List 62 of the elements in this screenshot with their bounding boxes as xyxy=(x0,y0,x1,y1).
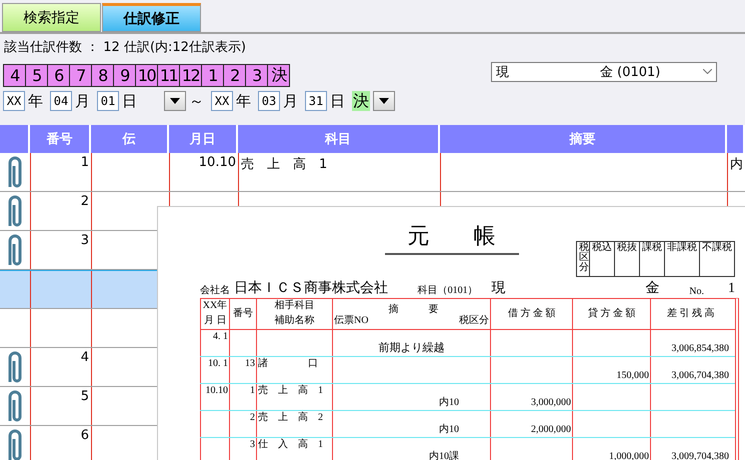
ledger-cell: 売 上 高 2 xyxy=(258,412,323,423)
account-name: 金 xyxy=(646,280,660,297)
tax-class-cell: 課税 xyxy=(639,242,664,276)
date-unit: 日 xyxy=(122,92,137,110)
header-text: 差 引 残 高 xyxy=(666,308,714,320)
ledger-cell: 3,006,854,380 xyxy=(672,343,729,354)
account-label: 科目（0101） xyxy=(418,284,478,297)
table-cell: 3 xyxy=(80,233,89,248)
table-cell: 1 xyxy=(80,155,89,170)
ledger-cell: 10.10 xyxy=(206,385,228,396)
header-text: 番号 xyxy=(233,308,253,320)
ledger-cell: 内10課 xyxy=(429,451,459,460)
header-text: 伝票NO xyxy=(334,315,368,327)
ledger-cell: 前期より繰越 xyxy=(378,342,444,354)
ledger-cell: 150,000 xyxy=(616,370,649,381)
tax-class-cell: 非課税 xyxy=(664,242,699,276)
tax-class-cell: 不課税 xyxy=(699,242,734,276)
table-cell: 5 xyxy=(80,389,89,404)
ledger-cell: 10. 1 xyxy=(208,358,228,369)
table-cell: 6 xyxy=(80,428,89,443)
page-number: 1 xyxy=(728,281,736,297)
tax-class-cell: 税込 xyxy=(589,242,614,276)
ledger-cell: 売 上 高 1 xyxy=(258,385,323,396)
ledger-cell: 内10 xyxy=(439,397,459,408)
account-name: 現 xyxy=(492,280,506,297)
date-unit: 月 xyxy=(283,92,298,110)
ledger-cell: 3 xyxy=(250,439,255,450)
ledger-cell: 仕 入 高 1 xyxy=(258,439,323,450)
ledger-cell: 2,000,000 xyxy=(531,424,571,435)
table-cell: 10.10 xyxy=(198,155,236,170)
table-cell: 2 xyxy=(80,194,89,209)
table-cell: 4 xyxy=(80,350,89,365)
date-unit: 日 xyxy=(330,92,345,110)
header-text: 借 方 金 額 xyxy=(508,308,556,320)
header-text: 摘 要 xyxy=(388,304,439,316)
date-unit: 年 xyxy=(28,92,43,110)
table-cell-text: 内 xyxy=(730,156,743,173)
table-cell-text: 売 上 高 1 xyxy=(241,156,328,173)
tax-class-cell-text: 税区分 xyxy=(578,242,589,275)
header-text: 貸 方 金 額 xyxy=(588,308,636,320)
header-text: 税区分 xyxy=(458,315,489,327)
range-separator: ～ xyxy=(189,92,204,110)
ledger-cell: 内10 xyxy=(439,424,459,435)
ledger-cell: 4. 1 xyxy=(213,331,228,342)
date-unit: 年 xyxy=(236,92,251,110)
ledger-cell: 2 xyxy=(250,412,255,423)
ledger-cell: 3,000,000 xyxy=(531,397,571,408)
header-text: 補助名称 xyxy=(274,315,314,327)
ledger-cell: 13 xyxy=(245,358,255,369)
company-label: 会社名 xyxy=(200,284,230,297)
entry-count-text: 該当仕訳件数 ： 12 仕訳(内:12仕訳表示) xyxy=(4,40,246,55)
date-unit: 月 xyxy=(75,92,90,110)
tax-class-cell: 税抜 xyxy=(614,242,639,276)
ledger-cell: 1 xyxy=(250,385,255,396)
header-text: 月 日 xyxy=(204,315,226,327)
company-name: 日本ＩＣＳ商事株式会社 xyxy=(234,279,388,297)
ledger-cell: 諸 口 xyxy=(258,358,318,369)
ledger-title: 元 帳 xyxy=(384,221,518,255)
header-text: XX年 xyxy=(202,300,228,312)
header-text: 相手科目 xyxy=(274,300,314,312)
page-label: No. xyxy=(689,286,704,297)
ledger-cell: 3,006,704,380 xyxy=(672,370,729,381)
